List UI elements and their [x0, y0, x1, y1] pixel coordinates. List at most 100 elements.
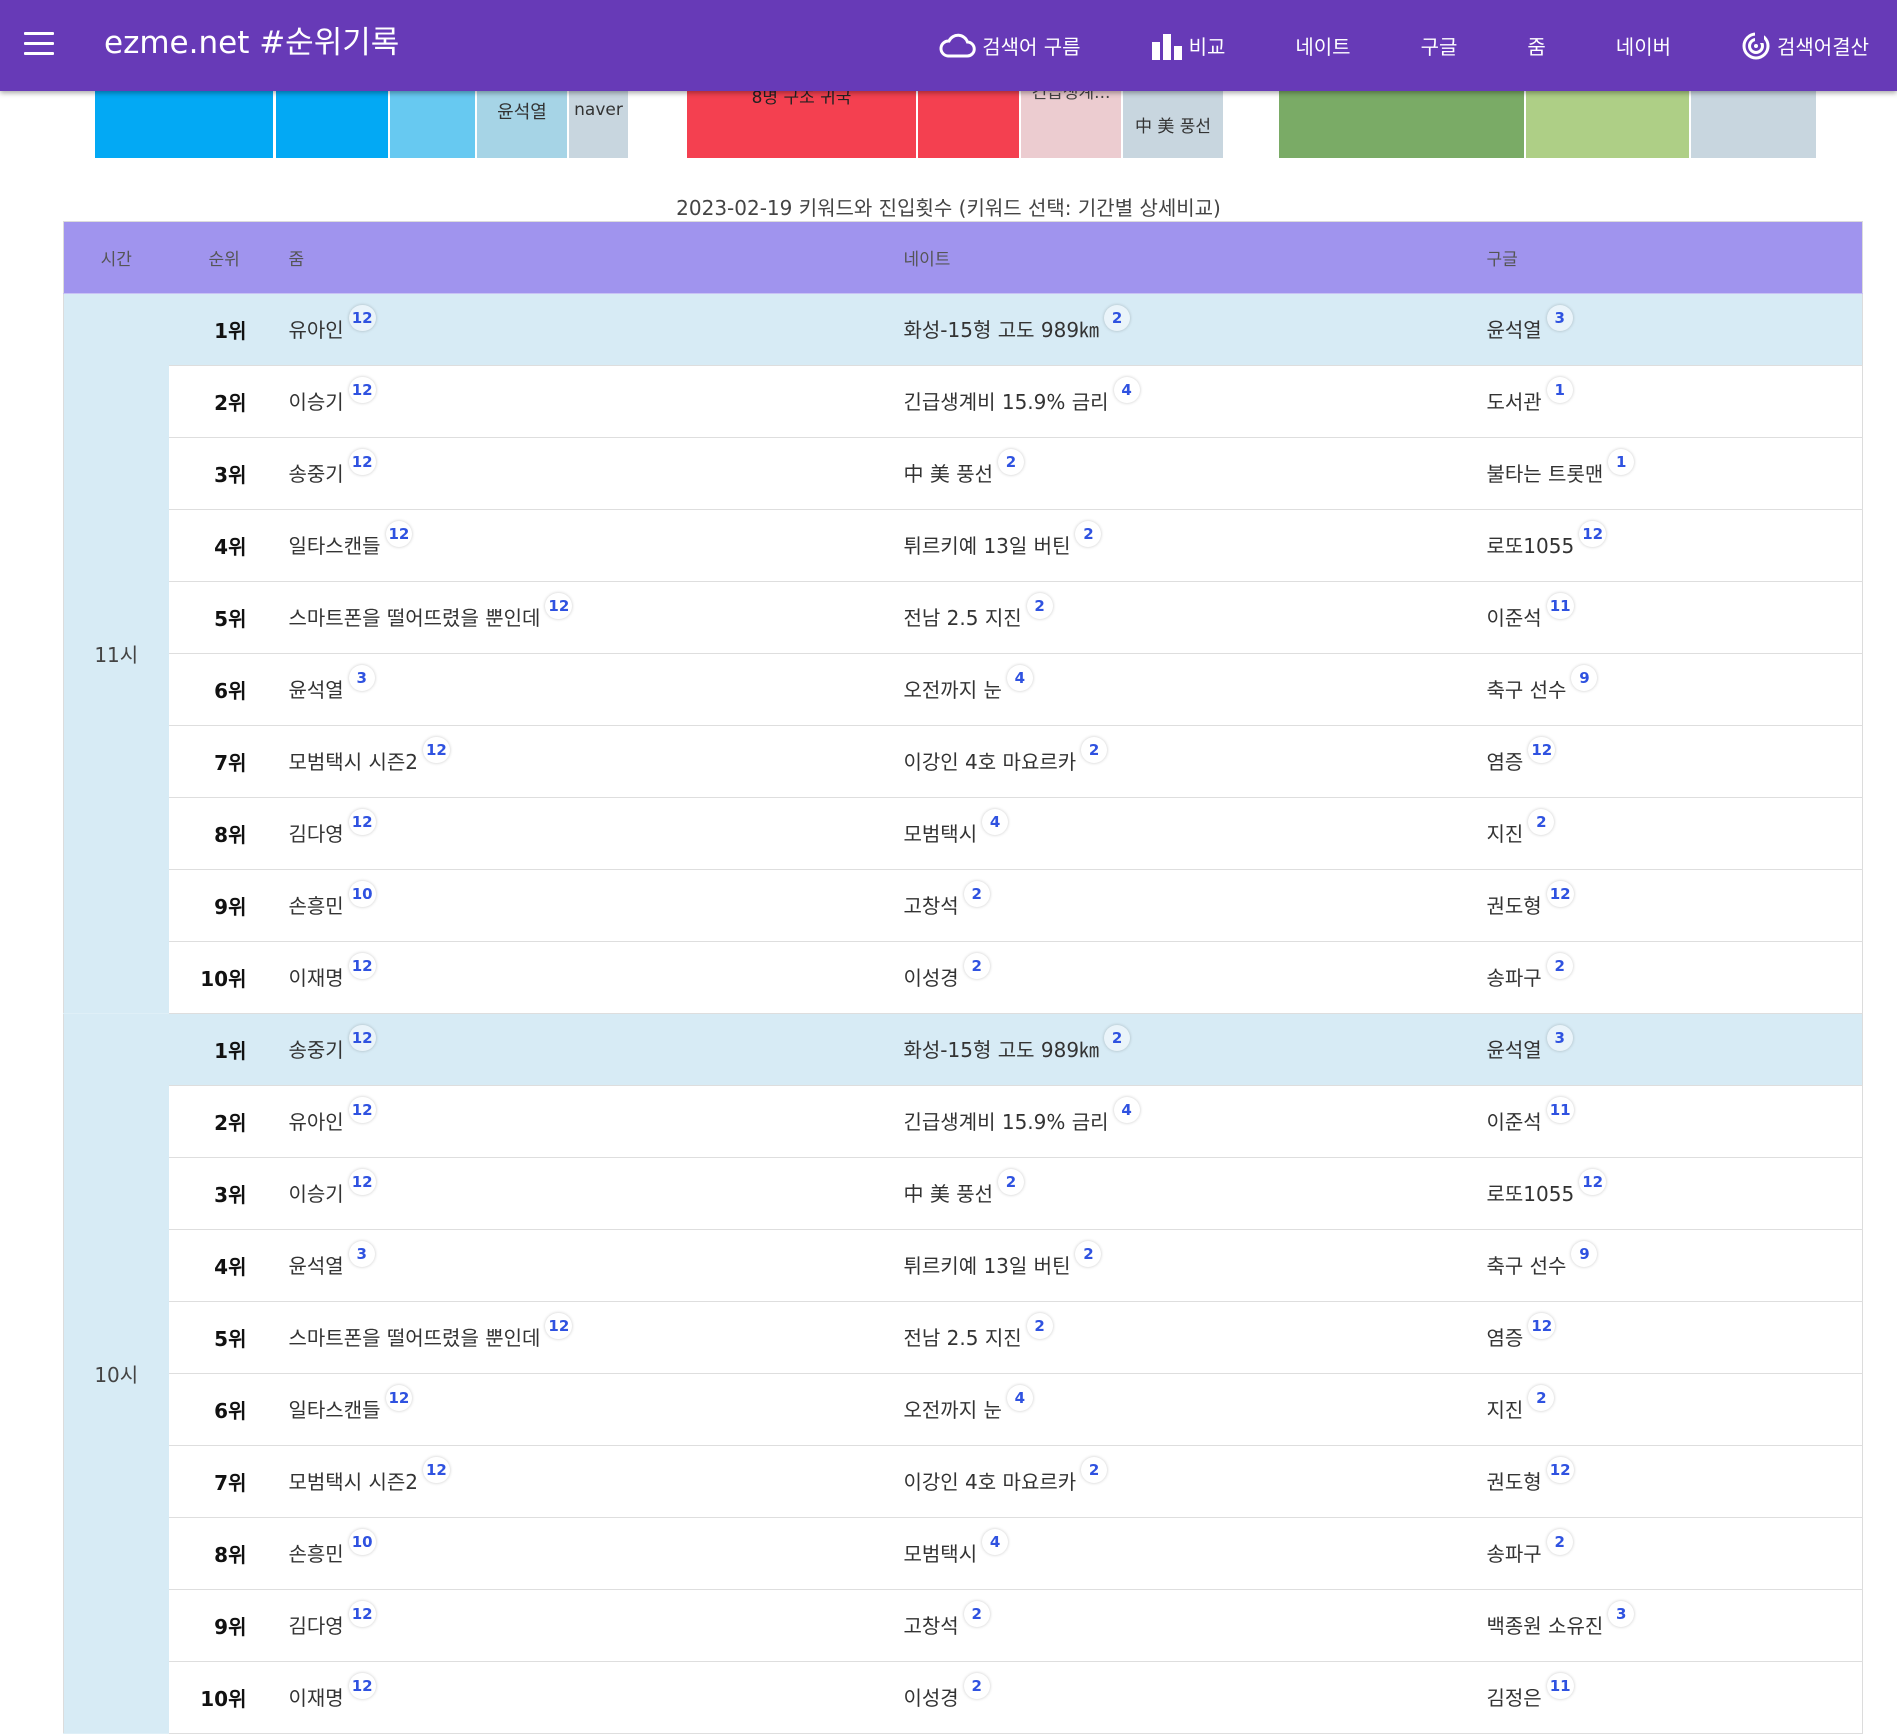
- google-keyword-link[interactable]: 지진: [1487, 1394, 1524, 1423]
- google-keyword-link[interactable]: 도서관: [1487, 386, 1542, 415]
- zum-keyword-link[interactable]: 송중기: [289, 458, 344, 487]
- entry-count-badge: 4: [982, 1529, 1009, 1555]
- zum-keyword-link[interactable]: 윤석열: [289, 1250, 344, 1279]
- nate-keyword-link[interactable]: 전남 2.5 지진: [904, 1322, 1022, 1351]
- entry-count-badge: 3: [1546, 305, 1573, 331]
- google-keyword-link[interactable]: 축구 선수: [1487, 1250, 1567, 1279]
- table-row: 7위 모범택시 시즌2 12 이강인 4호 마요르카 2 염증 12: [64, 725, 1863, 798]
- nate-keyword-link[interactable]: 화성-15형 고도 989㎞: [904, 1034, 1100, 1063]
- google-keyword-link[interactable]: 로또1055: [1487, 530, 1575, 559]
- nav-google[interactable]: 구글: [1421, 31, 1458, 60]
- zum-keyword-link[interactable]: 모범택시 시즌2: [289, 746, 418, 775]
- nate-keyword-link[interactable]: 튀르키예 13일 버틴: [904, 530, 1071, 559]
- zum-keyword-link[interactable]: 손흥민: [289, 890, 344, 919]
- nate-keyword-link[interactable]: 전남 2.5 지진: [904, 602, 1022, 631]
- google-keyword-link[interactable]: 송파구: [1487, 1538, 1542, 1567]
- google-keyword-link[interactable]: 송파구: [1487, 962, 1542, 991]
- nate-keyword-link[interactable]: 이성경: [904, 1682, 959, 1711]
- treemap-label: naver: [574, 100, 623, 120]
- entry-count-badge: 2: [1075, 521, 1102, 547]
- google-keyword-link[interactable]: 백종원 소유진: [1487, 1610, 1604, 1639]
- entry-count-badge: 4: [1113, 377, 1140, 403]
- google-keyword-link[interactable]: 이준석: [1487, 602, 1542, 631]
- google-cell: 이준석 11: [1486, 1085, 1863, 1158]
- zum-keyword-link[interactable]: 모범택시 시즌2: [289, 1466, 418, 1495]
- rank-cell: 3위: [168, 1157, 289, 1230]
- table-row: 5위 스마트폰을 떨어뜨렸을 뿐인데 12 전남 2.5 지진 2 이준석 11: [64, 581, 1863, 654]
- zum-keyword-link[interactable]: 일타스캔들: [289, 530, 381, 559]
- nate-keyword-link[interactable]: 고창석: [904, 890, 959, 919]
- rank-cell: 9위: [168, 869, 289, 942]
- google-keyword-link[interactable]: 지진: [1487, 818, 1524, 847]
- nav-zum[interactable]: 줌: [1527, 31, 1545, 60]
- nate-keyword-link[interactable]: 모범택시: [904, 818, 978, 847]
- nav-label: 검색어결산: [1777, 35, 1869, 59]
- zum-cell: 이재명 12: [288, 1661, 904, 1734]
- nav-compare[interactable]: 비교: [1151, 31, 1226, 60]
- zum-cell: 이승기 12: [288, 365, 904, 438]
- nate-keyword-link[interactable]: 오전까지 눈: [904, 1394, 1002, 1423]
- nate-cell: 긴급생계비 15.9% 금리 4: [903, 365, 1487, 438]
- nate-keyword-link[interactable]: 긴급생계비 15.9% 금리: [904, 386, 1109, 415]
- google-keyword-link[interactable]: 로또1055: [1487, 1178, 1575, 1207]
- zum-keyword-link[interactable]: 일타스캔들: [289, 1394, 381, 1423]
- nate-keyword-link[interactable]: 이강인 4호 마요르카: [904, 746, 1077, 775]
- nate-keyword-link[interactable]: 고창석: [904, 1610, 959, 1639]
- nate-cell: 이강인 4호 마요르카 2: [903, 725, 1487, 798]
- zum-keyword-link[interactable]: 손흥민: [289, 1538, 344, 1567]
- nate-cell: 이강인 4호 마요르카 2: [903, 1445, 1487, 1518]
- entry-count-badge: 2: [998, 449, 1025, 475]
- table-row: 11시 1위 유아인 12 화성-15형 고도 989㎞ 2 윤석열 3: [63, 293, 1863, 1014]
- zum-keyword-link[interactable]: 김다영: [289, 818, 344, 847]
- site-title[interactable]: ezme.net #순위기록: [104, 21, 399, 65]
- google-keyword-link[interactable]: 불타는 트롯맨: [1487, 458, 1604, 487]
- nav-word-cloud[interactable]: 검색어 구름: [938, 31, 1081, 60]
- entry-count-badge: 2: [1546, 953, 1573, 979]
- google-keyword-link[interactable]: 김정은: [1487, 1682, 1542, 1711]
- nate-keyword-link[interactable]: 오전까지 눈: [904, 674, 1002, 703]
- zum-cell: 유아인 12: [288, 293, 904, 366]
- zum-keyword-link[interactable]: 유아인: [289, 314, 344, 343]
- zum-keyword-link[interactable]: 이재명: [289, 962, 344, 991]
- nate-keyword-link[interactable]: 이성경: [904, 962, 959, 991]
- nate-keyword-link[interactable]: 中 美 풍선: [904, 1178, 994, 1207]
- nav-naver[interactable]: 네이버: [1616, 31, 1671, 60]
- zum-keyword-link[interactable]: 이재명: [289, 1682, 344, 1711]
- zum-keyword-link[interactable]: 이승기: [289, 386, 344, 415]
- entry-count-badge: 10: [348, 881, 376, 907]
- zum-keyword-link[interactable]: 유아인: [289, 1106, 344, 1135]
- google-keyword-link[interactable]: 윤석열: [1487, 1034, 1542, 1063]
- google-keyword-link[interactable]: 이준석: [1487, 1106, 1542, 1135]
- entry-count-badge: 3: [1608, 1601, 1635, 1627]
- entry-count-badge: 12: [348, 1673, 376, 1699]
- nate-keyword-link[interactable]: 긴급생계비 15.9% 금리: [904, 1106, 1109, 1135]
- google-keyword-link[interactable]: 염증: [1487, 1322, 1524, 1351]
- nate-keyword-link[interactable]: 中 美 풍선: [904, 458, 994, 487]
- entry-count-badge: 4: [982, 809, 1009, 835]
- google-keyword-link[interactable]: 윤석열: [1487, 314, 1542, 343]
- target-icon: [1742, 30, 1770, 59]
- nav-annual-summary[interactable]: 검색어결산: [1741, 30, 1869, 61]
- nav-label: 비교: [1188, 35, 1226, 59]
- google-keyword-link[interactable]: 권도형: [1487, 1466, 1542, 1495]
- google-keyword-link[interactable]: 권도형: [1487, 890, 1542, 919]
- zum-keyword-link[interactable]: 이승기: [289, 1178, 344, 1207]
- rank-cell: 4위: [168, 509, 289, 582]
- nate-keyword-link[interactable]: 모범택시: [904, 1538, 978, 1567]
- zum-keyword-link[interactable]: 김다영: [289, 1610, 344, 1639]
- nate-keyword-link[interactable]: 튀르키예 13일 버틴: [904, 1250, 1071, 1279]
- nate-cell: 화성-15형 고도 989㎞ 2: [903, 293, 1487, 366]
- zum-keyword-link[interactable]: 송중기: [289, 1034, 344, 1063]
- nav-nate[interactable]: 네이트: [1295, 31, 1350, 60]
- nate-keyword-link[interactable]: 화성-15형 고도 989㎞: [904, 314, 1100, 343]
- zum-keyword-link[interactable]: 스마트폰을 떨어뜨렸을 뿐인데: [289, 1322, 541, 1351]
- entry-count-badge: 2: [1528, 809, 1555, 835]
- hamburger-menu-icon[interactable]: [24, 32, 54, 56]
- zum-keyword-link[interactable]: 스마트폰을 떨어뜨렸을 뿐인데: [289, 602, 541, 631]
- entry-count-badge: 12: [348, 305, 376, 331]
- google-keyword-link[interactable]: 축구 선수: [1487, 674, 1567, 703]
- cloud-icon: [939, 33, 976, 57]
- zum-keyword-link[interactable]: 윤석열: [289, 674, 344, 703]
- nate-keyword-link[interactable]: 이강인 4호 마요르카: [904, 1466, 1077, 1495]
- google-keyword-link[interactable]: 염증: [1487, 746, 1524, 775]
